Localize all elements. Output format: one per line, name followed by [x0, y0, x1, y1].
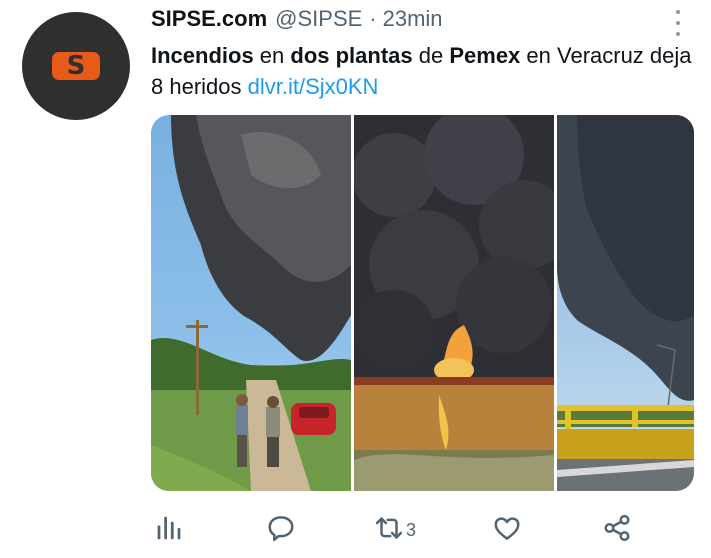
retweet-button[interactable]: 3 — [374, 510, 416, 550]
tweet-text: Incendios en dos plantas de Pemex en Ver… — [151, 40, 696, 102]
tweet-text-plain: de — [412, 43, 450, 68]
separator-dot: · — [369, 6, 377, 31]
tweet-text-bold: dos plantas — [290, 43, 413, 68]
tweet-text-bold: Pemex — [449, 43, 521, 68]
avatar[interactable]: S — [22, 12, 130, 120]
photo-fire-smoke-road[interactable] — [151, 115, 351, 491]
tweet-actions: 3 — [150, 510, 650, 550]
tweet-header: SIPSE.com @SIPSE · 23min — [151, 6, 443, 36]
more-dot — [676, 10, 680, 14]
photo-smoke-bridge[interactable] — [557, 115, 694, 491]
heart-icon — [492, 513, 522, 548]
more-dot — [676, 21, 680, 25]
photo-3-image — [557, 115, 694, 491]
photo-1-image — [151, 115, 351, 491]
photo-2-image — [354, 115, 554, 491]
tweet-link[interactable]: dlvr.it/Sjx0KN — [248, 74, 379, 99]
share-icon — [602, 513, 632, 548]
more-dot — [676, 32, 680, 36]
tweet-text-bold: Incendios — [151, 43, 254, 68]
sipse-logo: S — [52, 51, 100, 81]
tweet-text-plain: en — [253, 43, 291, 68]
logo-letter: S — [66, 51, 86, 81]
author-handle[interactable]: @SIPSE — [275, 6, 362, 32]
more-vertical-icon[interactable] — [666, 8, 690, 38]
like-button[interactable] — [492, 510, 522, 550]
reply-button[interactable] — [266, 510, 296, 550]
photo-black-smoke-fire[interactable] — [354, 115, 554, 491]
tweet-time[interactable]: 23min — [383, 6, 443, 32]
retweet-count: 3 — [406, 519, 417, 540]
author-name[interactable]: SIPSE.com — [151, 6, 267, 32]
reply-icon — [266, 513, 296, 548]
share-button[interactable] — [602, 510, 632, 550]
retweet-icon — [374, 513, 404, 548]
media-grid — [151, 115, 694, 491]
analytics-button[interactable] — [154, 510, 184, 550]
analytics-icon — [154, 513, 184, 548]
